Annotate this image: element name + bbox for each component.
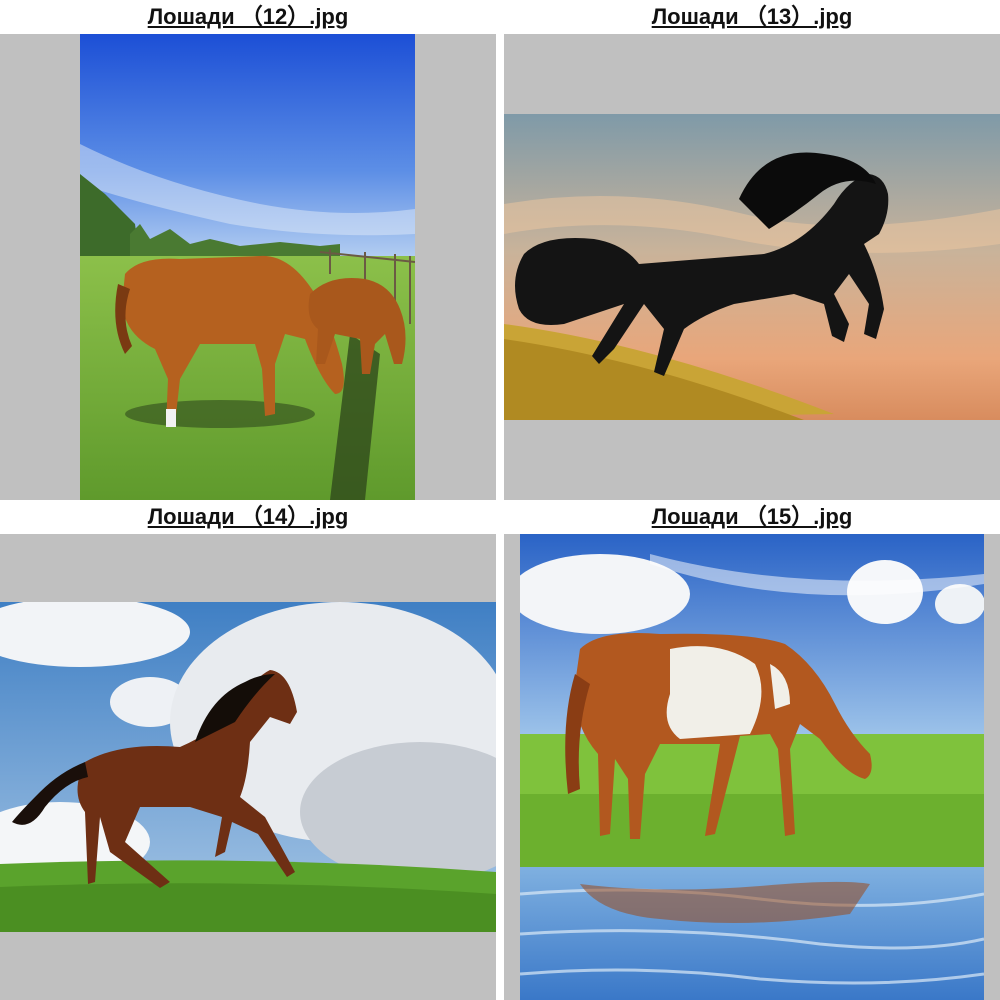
thumbnail-filename[interactable]: Лошади （12）.jpg — [0, 0, 496, 34]
thumbnail-frame[interactable] — [0, 34, 496, 500]
thumbnail-cell[interactable]: Лошади （13）.jpg — [504, 0, 1000, 500]
thumbnail-cell[interactable]: Лошади （15）.jpg — [504, 500, 1000, 1000]
horse-photo-thumbnail[interactable] — [80, 34, 415, 500]
thumbnail-frame[interactable] — [504, 34, 1000, 500]
thumbnail-cell[interactable]: Лошади （12）.jpg — [0, 0, 496, 500]
thumbnail-frame[interactable] — [504, 534, 1000, 1000]
thumbnail-filename[interactable]: Лошади （15）.jpg — [504, 500, 1000, 534]
thumbnail-filename[interactable]: Лошади （13）.jpg — [504, 0, 1000, 34]
horse-photo-thumbnail[interactable] — [504, 114, 1000, 420]
thumbnail-filename[interactable]: Лошади （14）.jpg — [0, 500, 496, 534]
thumbnail-frame[interactable] — [0, 534, 496, 1000]
thumbnail-cell[interactable]: Лошади （14）.jpg — [0, 500, 496, 1000]
horse-photo-thumbnail[interactable] — [520, 534, 984, 1000]
horse-photo-thumbnail[interactable] — [0, 602, 496, 932]
